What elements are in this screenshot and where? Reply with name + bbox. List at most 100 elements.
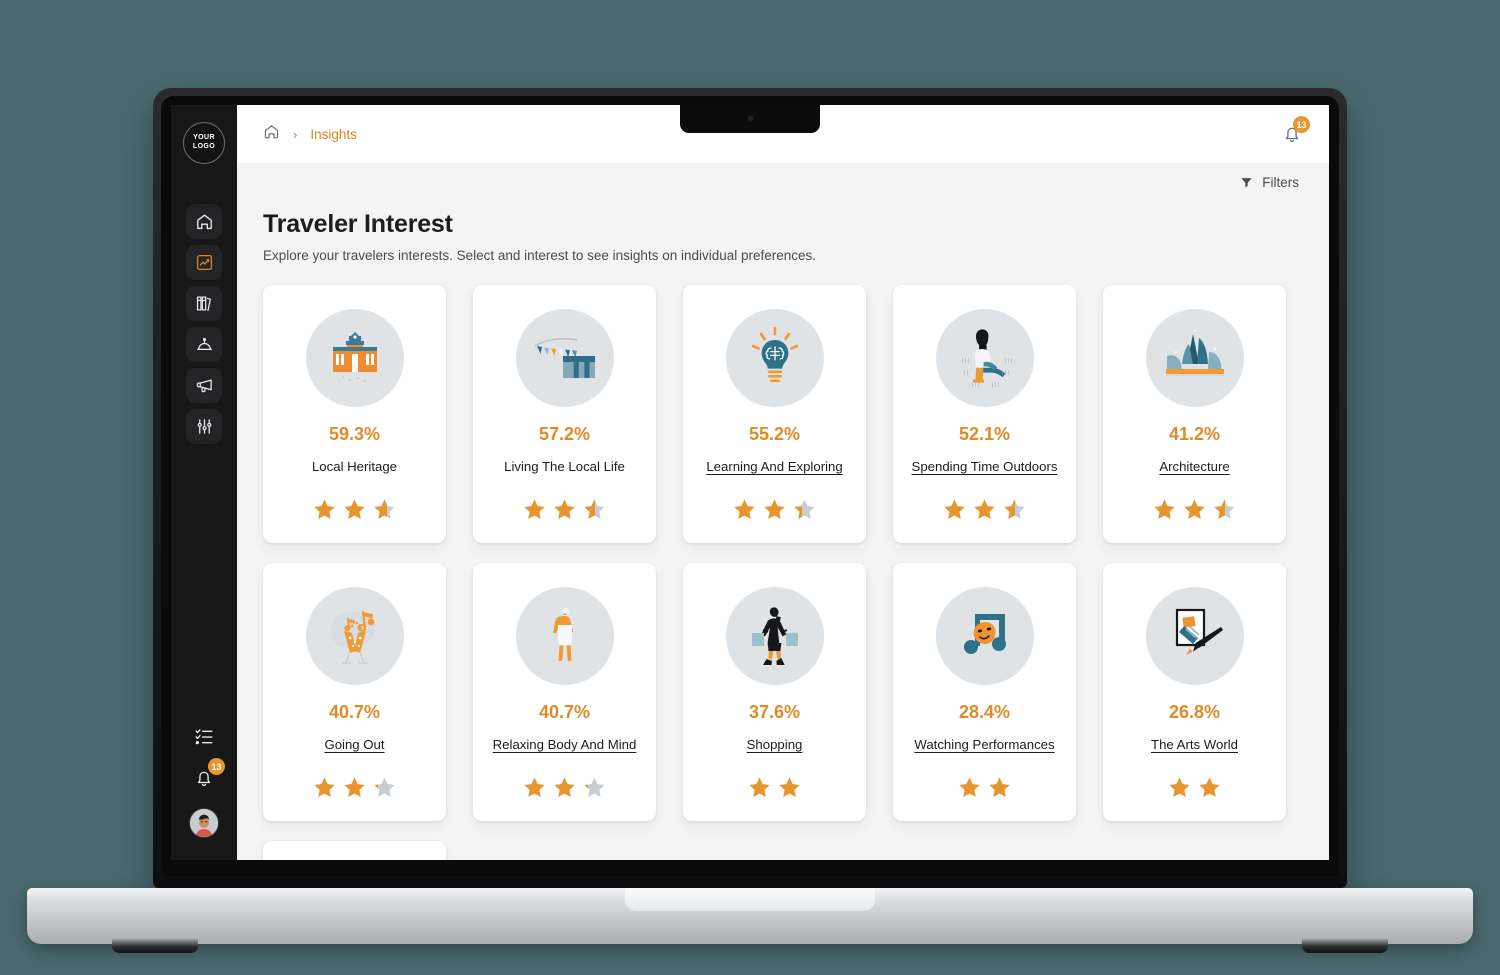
rating-star[interactable] bbox=[1183, 498, 1206, 521]
interest-card[interactable]: 59.3% Local Heritage bbox=[263, 285, 446, 543]
lightbulb-brain-icon bbox=[751, 326, 798, 383]
svg-text:|||: ||| bbox=[971, 382, 980, 388]
interest-percentage: 55.2% bbox=[748, 424, 801, 444]
rating-star[interactable] bbox=[1153, 498, 1176, 521]
interest-percentage: 40.7% bbox=[538, 702, 591, 722]
rating-star[interactable] bbox=[943, 498, 966, 521]
interest-label[interactable]: Watching Performances bbox=[914, 736, 1054, 754]
interest-percentage: 28.4% bbox=[958, 702, 1011, 722]
interest-card-illustration bbox=[305, 587, 404, 685]
rating-star[interactable] bbox=[1213, 498, 1236, 521]
rating-star[interactable] bbox=[523, 498, 546, 521]
rating-star[interactable] bbox=[1168, 776, 1191, 799]
star-filled-icon bbox=[373, 498, 387, 521]
chart-line-icon bbox=[196, 254, 212, 271]
interest-card-illustration bbox=[1145, 587, 1244, 685]
interest-card[interactable]: 26.8% The Arts World bbox=[1103, 563, 1286, 821]
rating-stars[interactable] bbox=[733, 498, 816, 521]
rating-star[interactable] bbox=[988, 776, 1011, 799]
interest-card[interactable]: 55.2% Learning And Exploring bbox=[683, 285, 866, 543]
star-filled-icon bbox=[1168, 776, 1191, 799]
interest-card[interactable]: 57.2% Living The Local Life bbox=[473, 285, 656, 543]
rating-star[interactable] bbox=[373, 776, 396, 799]
interest-card[interactable]: 40.7% Going Out bbox=[263, 563, 446, 821]
rating-star[interactable] bbox=[313, 498, 336, 521]
interest-card-illustration bbox=[935, 587, 1034, 685]
sidebar-item-campaigns[interactable] bbox=[186, 368, 222, 403]
rating-star[interactable] bbox=[313, 776, 336, 799]
rating-stars[interactable] bbox=[523, 776, 606, 799]
sidebar-item-settings[interactable] bbox=[186, 409, 222, 444]
rating-stars[interactable] bbox=[958, 776, 1011, 799]
sidebar-item-services[interactable] bbox=[186, 327, 222, 362]
avatar[interactable] bbox=[189, 808, 219, 838]
rating-stars[interactable] bbox=[943, 498, 1026, 521]
rating-stars[interactable] bbox=[313, 498, 396, 521]
sidebar-item-library[interactable] bbox=[186, 286, 222, 321]
filters-button[interactable]: Filters bbox=[1240, 175, 1299, 190]
breadcrumb-home-link[interactable] bbox=[263, 123, 280, 145]
rating-stars[interactable] bbox=[1168, 776, 1221, 799]
breadcrumb-separator: › bbox=[293, 126, 298, 142]
star-filled-icon bbox=[313, 498, 336, 521]
shopping-person-icon bbox=[751, 607, 798, 665]
rating-star[interactable] bbox=[958, 776, 981, 799]
rating-star[interactable] bbox=[583, 498, 606, 521]
interest-percentage: 59.3% bbox=[328, 424, 381, 444]
star-filled-icon bbox=[523, 498, 546, 521]
interest-percentage: 52.1% bbox=[958, 424, 1011, 444]
rating-star[interactable] bbox=[583, 776, 606, 799]
sidebar-item-analytics[interactable] bbox=[186, 245, 222, 280]
interest-card[interactable]: ||| ||| || ||| ||| ||| | 52.1% Spending Time Out… bbox=[893, 285, 1076, 543]
rating-star[interactable] bbox=[763, 498, 786, 521]
rating-star[interactable] bbox=[373, 498, 396, 521]
interest-label[interactable]: Spending Time Outdoors bbox=[912, 458, 1058, 476]
rating-star[interactable] bbox=[973, 498, 996, 521]
sidebar-item-home[interactable] bbox=[186, 204, 222, 239]
topbar-actions: 13 bbox=[1281, 116, 1310, 145]
rating-star[interactable] bbox=[778, 776, 801, 799]
interest-card[interactable]: 40.7% Relaxing Body And Mind bbox=[473, 563, 656, 821]
topbar-notifications-button[interactable]: 13 bbox=[1281, 116, 1310, 145]
brand-logo[interactable]: YOUR LOGO bbox=[183, 122, 225, 164]
interest-card-illustration bbox=[305, 309, 404, 407]
rating-star[interactable] bbox=[793, 498, 816, 521]
rating-star[interactable] bbox=[343, 498, 366, 521]
rating-star[interactable] bbox=[748, 776, 771, 799]
star-filled-icon bbox=[373, 776, 378, 799]
rating-star[interactable] bbox=[1003, 498, 1026, 521]
rating-star[interactable] bbox=[1198, 776, 1221, 799]
star-filled-icon bbox=[343, 776, 366, 799]
rating-star[interactable] bbox=[733, 498, 756, 521]
relaxing-person-icon bbox=[552, 607, 573, 661]
rating-star[interactable] bbox=[553, 776, 576, 799]
sidebar-item-tasks[interactable] bbox=[192, 724, 216, 748]
laptop-foot-left bbox=[112, 939, 198, 953]
page-header: Traveler Interest Explore your travelers… bbox=[237, 190, 1329, 263]
brand-logo-line1: YOUR bbox=[193, 134, 215, 142]
sidebar-item-notifications[interactable]: 13 bbox=[192, 758, 225, 790]
svg-text:||: || bbox=[963, 370, 969, 376]
rating-star[interactable] bbox=[343, 776, 366, 799]
interest-label[interactable]: Learning And Exploring bbox=[706, 458, 842, 476]
rating-star[interactable] bbox=[523, 776, 546, 799]
rating-stars[interactable] bbox=[313, 776, 396, 799]
interest-label[interactable]: Going Out bbox=[324, 736, 384, 754]
rating-stars[interactable] bbox=[523, 498, 606, 521]
page-title: Traveler Interest bbox=[263, 210, 453, 238]
interest-card[interactable]: 28.4% Watching Performances bbox=[893, 563, 1076, 821]
rating-stars[interactable] bbox=[748, 776, 801, 799]
interest-label[interactable]: Shopping bbox=[747, 736, 803, 754]
interest-label[interactable]: The Arts World bbox=[1151, 736, 1238, 754]
interest-card[interactable]: 41.2% Architecture bbox=[1103, 285, 1286, 543]
interest-label[interactable]: Architecture bbox=[1159, 458, 1229, 476]
interest-card-partial[interactable] bbox=[263, 841, 446, 860]
breadcrumb-current[interactable]: Insights bbox=[310, 127, 357, 142]
interest-card-illustration bbox=[515, 587, 614, 685]
star-filled-icon bbox=[1003, 498, 1015, 521]
rating-stars[interactable] bbox=[1153, 498, 1236, 521]
interest-card[interactable]: 37.6% Shopping bbox=[683, 563, 866, 821]
interest-label[interactable]: Relaxing Body And Mind bbox=[493, 736, 637, 754]
star-filled-icon bbox=[763, 498, 786, 521]
rating-star[interactable] bbox=[553, 498, 576, 521]
